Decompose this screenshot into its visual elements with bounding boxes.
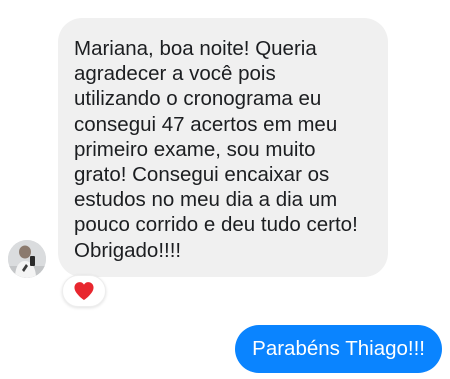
message-line: grato! Consegui encaixar os — [74, 163, 330, 187]
user-photo-icon — [8, 240, 46, 278]
message-line: Obrigado!!!! — [74, 238, 182, 262]
message-line: pouco corrido e deu tudo certo! — [74, 213, 358, 237]
message-line: utilizando o cronograma eu — [74, 87, 322, 111]
message-line: agradecer a você pois — [74, 62, 276, 86]
incoming-message-bubble[interactable]: Mariana, boa noite! Queria agradecer a v… — [58, 18, 388, 277]
message-line: Mariana, boa noite! Queria — [74, 37, 317, 60]
chat-thread: Mariana, boa noite! Queria agradecer a v… — [0, 0, 450, 379]
heart-icon — [74, 282, 94, 301]
message-line: estudos no meu dia a dia um — [74, 188, 338, 212]
sender-avatar[interactable] — [8, 240, 46, 278]
message-line: primeiro exame, sou muito — [74, 137, 316, 161]
message-reaction[interactable] — [62, 275, 106, 307]
message-line: consegui 47 acertos em meu — [74, 112, 338, 136]
outgoing-message-bubble[interactable]: Parabéns Thiago!!! — [235, 325, 442, 373]
